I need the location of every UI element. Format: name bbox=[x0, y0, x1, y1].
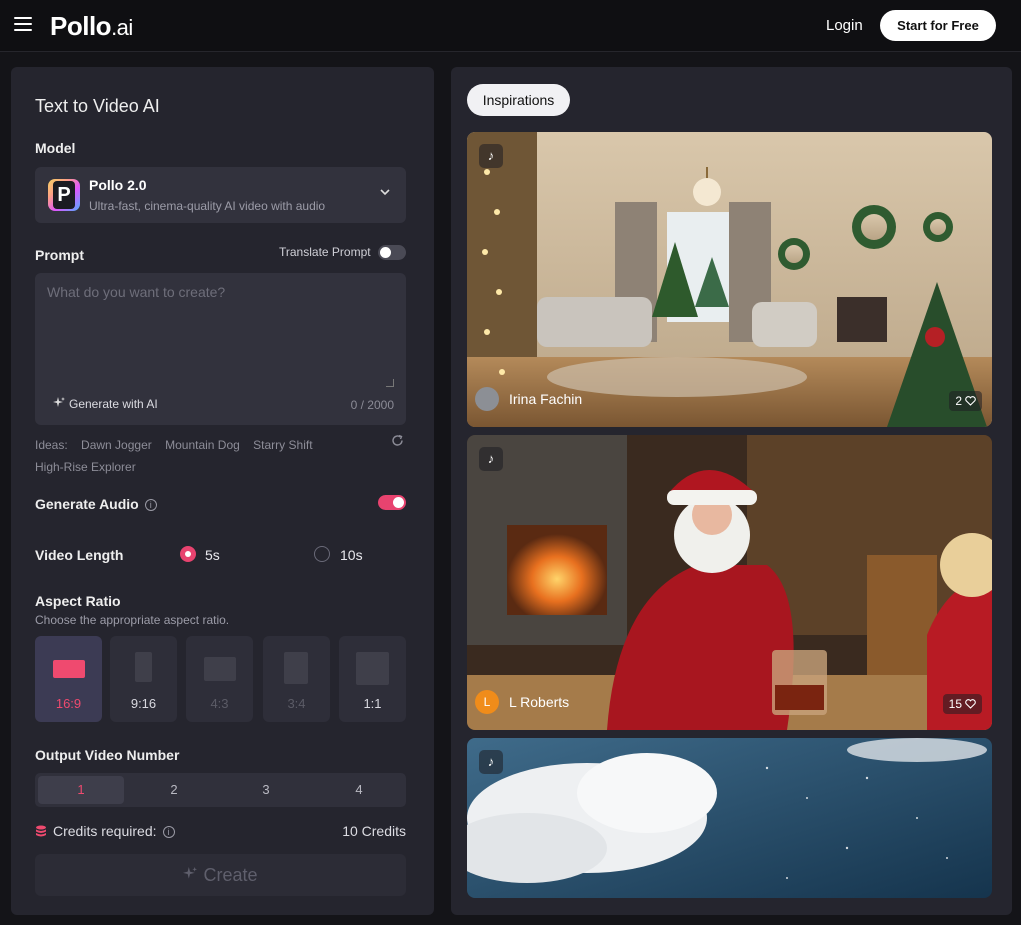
length-label-10s: 10s bbox=[340, 547, 363, 563]
idea-mountain-dog[interactable]: Mountain Dog bbox=[165, 438, 240, 452]
likes-count: 15 bbox=[948, 697, 962, 711]
aspect-option-16-9[interactable]: 16:9 bbox=[35, 636, 102, 722]
author-name: L Roberts bbox=[509, 694, 570, 710]
prompt-placeholder: What do you want to create? bbox=[47, 284, 226, 300]
translate-prompt-label: Translate Prompt bbox=[279, 245, 371, 259]
output-option-3[interactable]: 3 bbox=[223, 776, 309, 804]
video-thumbnail bbox=[467, 738, 992, 898]
generate-audio-text: Generate Audio bbox=[35, 496, 139, 512]
aspect-ratio-subtitle: Choose the appropriate aspect ratio. bbox=[35, 613, 230, 627]
output-option-1[interactable]: 1 bbox=[38, 776, 124, 804]
logo-text: Pollo bbox=[50, 11, 112, 41]
card-author[interactable]: Irina Fachin bbox=[475, 387, 582, 411]
aspect-label: 3:4 bbox=[287, 696, 306, 711]
logo-suffix: .ai bbox=[111, 15, 133, 40]
tiktok-icon: ♪ bbox=[479, 447, 503, 471]
aspect-shape bbox=[135, 652, 152, 682]
refresh-ideas-icon[interactable] bbox=[391, 434, 404, 450]
card-author[interactable]: L L Roberts bbox=[475, 690, 569, 714]
video-thumbnail bbox=[467, 132, 992, 427]
start-for-free-button[interactable]: Start for Free bbox=[880, 10, 996, 41]
credits-required-label: Credits required: i bbox=[35, 823, 175, 839]
top-bar: Pollo.ai Login Start for Free bbox=[0, 0, 1021, 52]
generator-panel: Text to Video AI Model Pollo 2.0 Ultra-f… bbox=[11, 67, 434, 915]
generate-audio-label: Generate Audio i bbox=[35, 496, 157, 512]
inspiration-card[interactable]: ♪ L L Roberts 15 bbox=[467, 435, 992, 730]
aspect-label: 4:3 bbox=[210, 696, 229, 711]
credits-icon bbox=[36, 825, 46, 837]
aspect-option-3-4[interactable]: 3:4 bbox=[263, 636, 330, 722]
inspiration-card[interactable]: ♪ Irina Fachin 2 bbox=[467, 132, 992, 427]
aspect-ratio-label: Aspect Ratio bbox=[35, 593, 121, 609]
login-link[interactable]: Login bbox=[826, 17, 863, 34]
output-number-label: Output Video Number bbox=[35, 747, 180, 763]
aspect-option-1-1[interactable]: 1:1 bbox=[339, 636, 406, 722]
aspect-option-9-16[interactable]: 9:16 bbox=[110, 636, 177, 722]
info-icon[interactable]: i bbox=[144, 499, 157, 511]
aspect-shape bbox=[53, 660, 85, 678]
ideas-list: Ideas: Dawn Jogger Mountain Dog Starry S… bbox=[35, 434, 395, 478]
credits-value: 10 Credits bbox=[342, 823, 406, 839]
likes-badge[interactable]: 2 bbox=[949, 391, 982, 411]
tab-inspirations[interactable]: Inspirations bbox=[467, 84, 570, 116]
inspiration-card[interactable]: ♪ bbox=[467, 738, 992, 898]
output-option-4[interactable]: 4 bbox=[316, 776, 402, 804]
avatar bbox=[475, 387, 499, 411]
aspect-label: 9:16 bbox=[130, 696, 157, 711]
sparkle-icon bbox=[53, 397, 65, 407]
avatar: L bbox=[475, 690, 499, 714]
tiktok-icon: ♪ bbox=[479, 750, 503, 774]
chevron-down-icon bbox=[380, 189, 390, 196]
tiktok-icon: ♪ bbox=[479, 144, 503, 168]
create-label: Create bbox=[203, 865, 258, 885]
aspect-label: 16:9 bbox=[55, 696, 82, 711]
resize-handle[interactable] bbox=[386, 379, 394, 387]
author-name: Irina Fachin bbox=[509, 391, 583, 407]
generate-audio-toggle[interactable] bbox=[378, 495, 406, 510]
output-number-selector: 1 2 3 4 bbox=[35, 773, 406, 807]
length-radio-10s[interactable] bbox=[314, 546, 330, 562]
logo[interactable]: Pollo.ai bbox=[50, 11, 133, 42]
generate-with-ai-button[interactable]: Generate with AI bbox=[53, 397, 158, 411]
model-label: Model bbox=[35, 140, 76, 156]
idea-high-rise-explorer[interactable]: High-Rise Explorer bbox=[35, 460, 136, 474]
length-radio-5s[interactable] bbox=[180, 546, 196, 562]
char-counter: 0 / 2000 bbox=[350, 398, 394, 412]
likes-count: 2 bbox=[955, 394, 962, 408]
model-name: Pollo 2.0 bbox=[89, 177, 147, 193]
length-label-5s: 5s bbox=[205, 547, 220, 563]
generate-with-ai-label: Generate with AI bbox=[69, 397, 158, 411]
prompt-input[interactable]: What do you want to create? Generate wit… bbox=[35, 273, 406, 425]
pollo-model-icon bbox=[48, 179, 80, 211]
ideas-label: Ideas: bbox=[35, 438, 68, 452]
prompt-label: Prompt bbox=[35, 247, 84, 263]
output-option-2[interactable]: 2 bbox=[131, 776, 217, 804]
idea-starry-shift[interactable]: Starry Shift bbox=[253, 438, 312, 452]
heart-icon bbox=[965, 396, 976, 406]
idea-dawn-jogger[interactable]: Dawn Jogger bbox=[81, 438, 152, 452]
info-icon[interactable]: i bbox=[162, 826, 175, 838]
create-button[interactable]: Create bbox=[35, 854, 406, 896]
heart-icon bbox=[965, 699, 976, 709]
video-length-label: Video Length bbox=[35, 547, 124, 563]
aspect-shape bbox=[204, 657, 236, 681]
panel-title: Text to Video AI bbox=[35, 96, 160, 116]
video-thumbnail bbox=[467, 435, 992, 730]
aspect-label: 1:1 bbox=[363, 696, 382, 711]
credits-label-text: Credits required: bbox=[53, 823, 157, 839]
aspect-shape bbox=[284, 652, 308, 684]
inspirations-panel: Inspirations ♪ Irina Fachin 2 ♪ L L Robe… bbox=[451, 67, 1012, 915]
menu-icon[interactable] bbox=[14, 17, 32, 31]
likes-badge[interactable]: 15 bbox=[942, 694, 982, 714]
model-description: Ultra-fast, cinema-quality AI video with… bbox=[89, 199, 326, 213]
sparkle-icon bbox=[183, 867, 198, 879]
model-select[interactable]: Pollo 2.0 Ultra-fast, cinema-quality AI … bbox=[35, 167, 406, 223]
aspect-option-4-3[interactable]: 4:3 bbox=[186, 636, 253, 722]
aspect-shape bbox=[356, 652, 389, 685]
translate-prompt-toggle[interactable] bbox=[378, 245, 406, 260]
